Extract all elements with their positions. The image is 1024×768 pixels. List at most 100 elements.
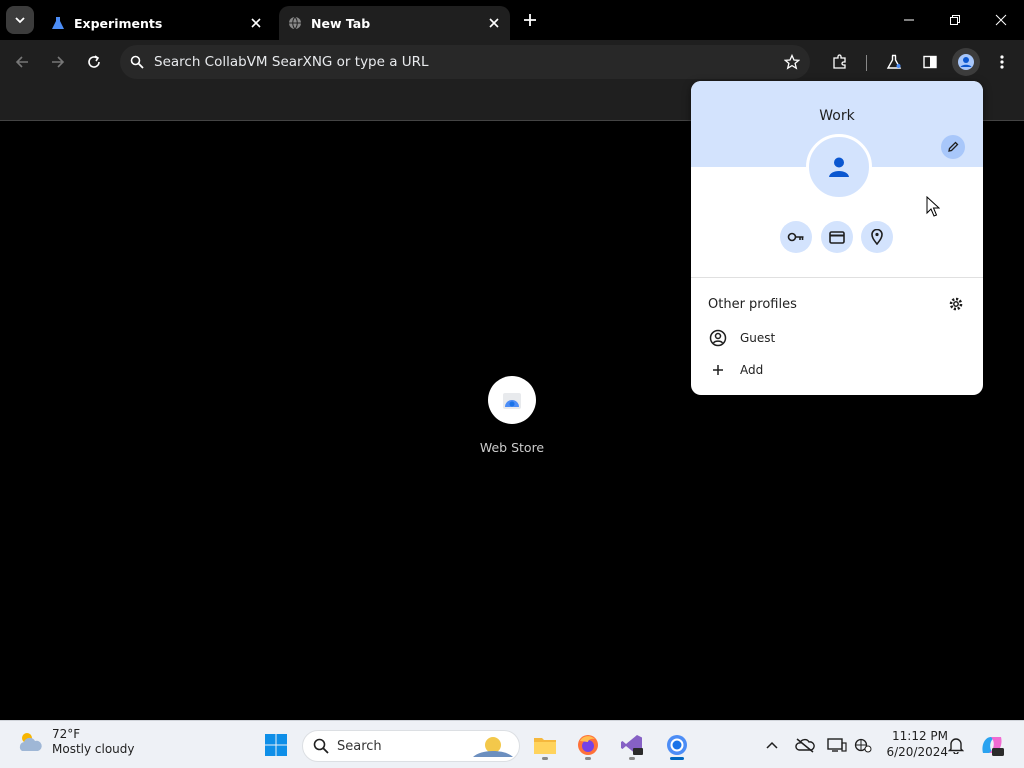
profile-item-guest[interactable]: Guest <box>708 326 968 350</box>
cloud-sun-icon <box>19 733 42 751</box>
visual-studio-button[interactable] <box>615 728 649 762</box>
chrome-button[interactable] <box>660 728 694 762</box>
cloud-off-icon <box>795 738 815 753</box>
reload-button[interactable] <box>80 48 108 76</box>
omnibox-placeholder: Search CollabVM SearXNG or type a URL <box>154 54 429 70</box>
clock-time: 11:12 PM <box>892 729 948 743</box>
credit-card-icon <box>829 230 845 244</box>
weather-temp: 72°F <box>52 727 81 741</box>
clock[interactable]: 11:12 PM 6/20/2024 <box>878 728 948 760</box>
plus-icon <box>708 360 728 380</box>
back-button[interactable] <box>8 48 36 76</box>
display-tray-icon[interactable] <box>825 733 849 757</box>
key-icon <box>787 232 804 242</box>
toolbar: Search CollabVM SearXNG or type a URL <box>0 40 1024 84</box>
gear-icon <box>949 297 963 311</box>
menu-divider <box>691 277 983 278</box>
pencil-icon <box>948 141 959 152</box>
plus-icon <box>524 14 536 26</box>
weather-widget[interactable]: 72°F Mostly cloudy <box>16 727 135 757</box>
globe-icon <box>287 15 303 31</box>
profile-button[interactable] <box>952 48 980 76</box>
taskbar-search-label: Search <box>337 738 382 754</box>
tab-search-button[interactable] <box>6 6 34 34</box>
close-icon[interactable] <box>484 13 504 33</box>
tab-experiments[interactable]: Experiments <box>42 6 272 40</box>
weather-condition: Mostly cloudy <box>52 742 135 756</box>
profile-avatar <box>806 134 872 200</box>
flask-icon <box>50 15 66 31</box>
profile-name: Work <box>819 108 855 124</box>
account-circle-icon <box>958 54 974 70</box>
more-vert-icon <box>1000 55 1004 69</box>
reload-icon <box>88 55 100 68</box>
manage-profiles-button[interactable] <box>946 294 966 314</box>
arrow-right-icon <box>52 56 65 68</box>
bookmark-star-icon[interactable] <box>774 54 810 70</box>
payment-methods-button[interactable] <box>821 221 853 253</box>
minimize-button[interactable] <box>886 0 932 40</box>
taskbar: 72°F Mostly cloudy Search 11:12 PM 6/20/… <box>0 720 1024 768</box>
clock-date: 6/20/2024 <box>886 745 948 759</box>
omnibox[interactable]: Search CollabVM SearXNG or type a URL <box>120 45 810 79</box>
firefox-button[interactable] <box>571 728 605 762</box>
show-hidden-icons-button[interactable] <box>760 733 784 757</box>
bell-icon <box>948 738 964 754</box>
toolbar-separator <box>866 55 867 71</box>
close-icon <box>995 14 1007 26</box>
network-globe-icon <box>854 738 872 753</box>
search-icon <box>120 55 154 69</box>
arrow-left-icon <box>15 56 28 68</box>
chevron-down-icon <box>15 17 25 24</box>
web-store-icon <box>488 376 536 424</box>
chevron-up-icon <box>766 741 778 749</box>
start-button[interactable] <box>259 728 293 762</box>
account-circle-icon <box>708 328 728 348</box>
forward-button[interactable] <box>44 48 72 76</box>
mouse-cursor-icon <box>926 195 941 222</box>
copilot-icon <box>982 737 1004 756</box>
running-indicator <box>585 757 591 760</box>
flask-icon <box>886 54 902 69</box>
restore-icon <box>950 15 960 25</box>
shortcut-web-store[interactable]: Web Store <box>472 376 552 455</box>
location-pin-icon <box>871 229 883 245</box>
onedrive-tray-icon[interactable] <box>793 733 817 757</box>
search-icon <box>313 738 329 754</box>
passwords-button[interactable] <box>780 221 812 253</box>
add-profile-item[interactable]: Add <box>708 358 968 382</box>
addresses-button[interactable] <box>861 221 893 253</box>
file-explorer-button[interactable] <box>528 728 562 762</box>
notifications-button[interactable] <box>944 733 968 757</box>
close-icon[interactable] <box>246 13 266 33</box>
search-highlight-icon <box>473 737 513 757</box>
menu-button[interactable] <box>988 48 1016 76</box>
minimize-icon <box>904 19 914 21</box>
restore-button[interactable] <box>932 0 978 40</box>
side-panel-icon <box>923 55 937 69</box>
active-indicator <box>670 757 684 760</box>
visual-studio-icon <box>621 735 643 755</box>
chrome-icon <box>667 735 687 755</box>
close-window-button[interactable] <box>978 0 1024 40</box>
other-profiles-heading: Other profiles <box>708 297 797 312</box>
network-tray-icon[interactable] <box>851 733 875 757</box>
taskbar-search[interactable]: Search <box>302 730 520 762</box>
tab-new-tab[interactable]: New Tab <box>279 6 510 40</box>
tab-title: Experiments <box>74 15 163 31</box>
edit-profile-button[interactable] <box>941 135 965 159</box>
experiments-button[interactable] <box>880 48 908 76</box>
new-tab-button[interactable] <box>518 8 542 32</box>
running-indicator <box>629 757 635 760</box>
firefox-icon <box>578 735 598 755</box>
windows-logo-icon <box>265 734 287 756</box>
side-panel-button[interactable] <box>916 48 944 76</box>
profile-item-label: Add <box>740 363 764 377</box>
copilot-button[interactable] <box>975 728 1009 762</box>
folder-icon <box>534 738 556 754</box>
profile-item-label: Guest <box>740 331 776 345</box>
tab-title: New Tab <box>311 15 371 31</box>
monitor-icon <box>827 738 847 752</box>
person-icon <box>829 157 849 177</box>
extensions-button[interactable] <box>826 48 854 76</box>
